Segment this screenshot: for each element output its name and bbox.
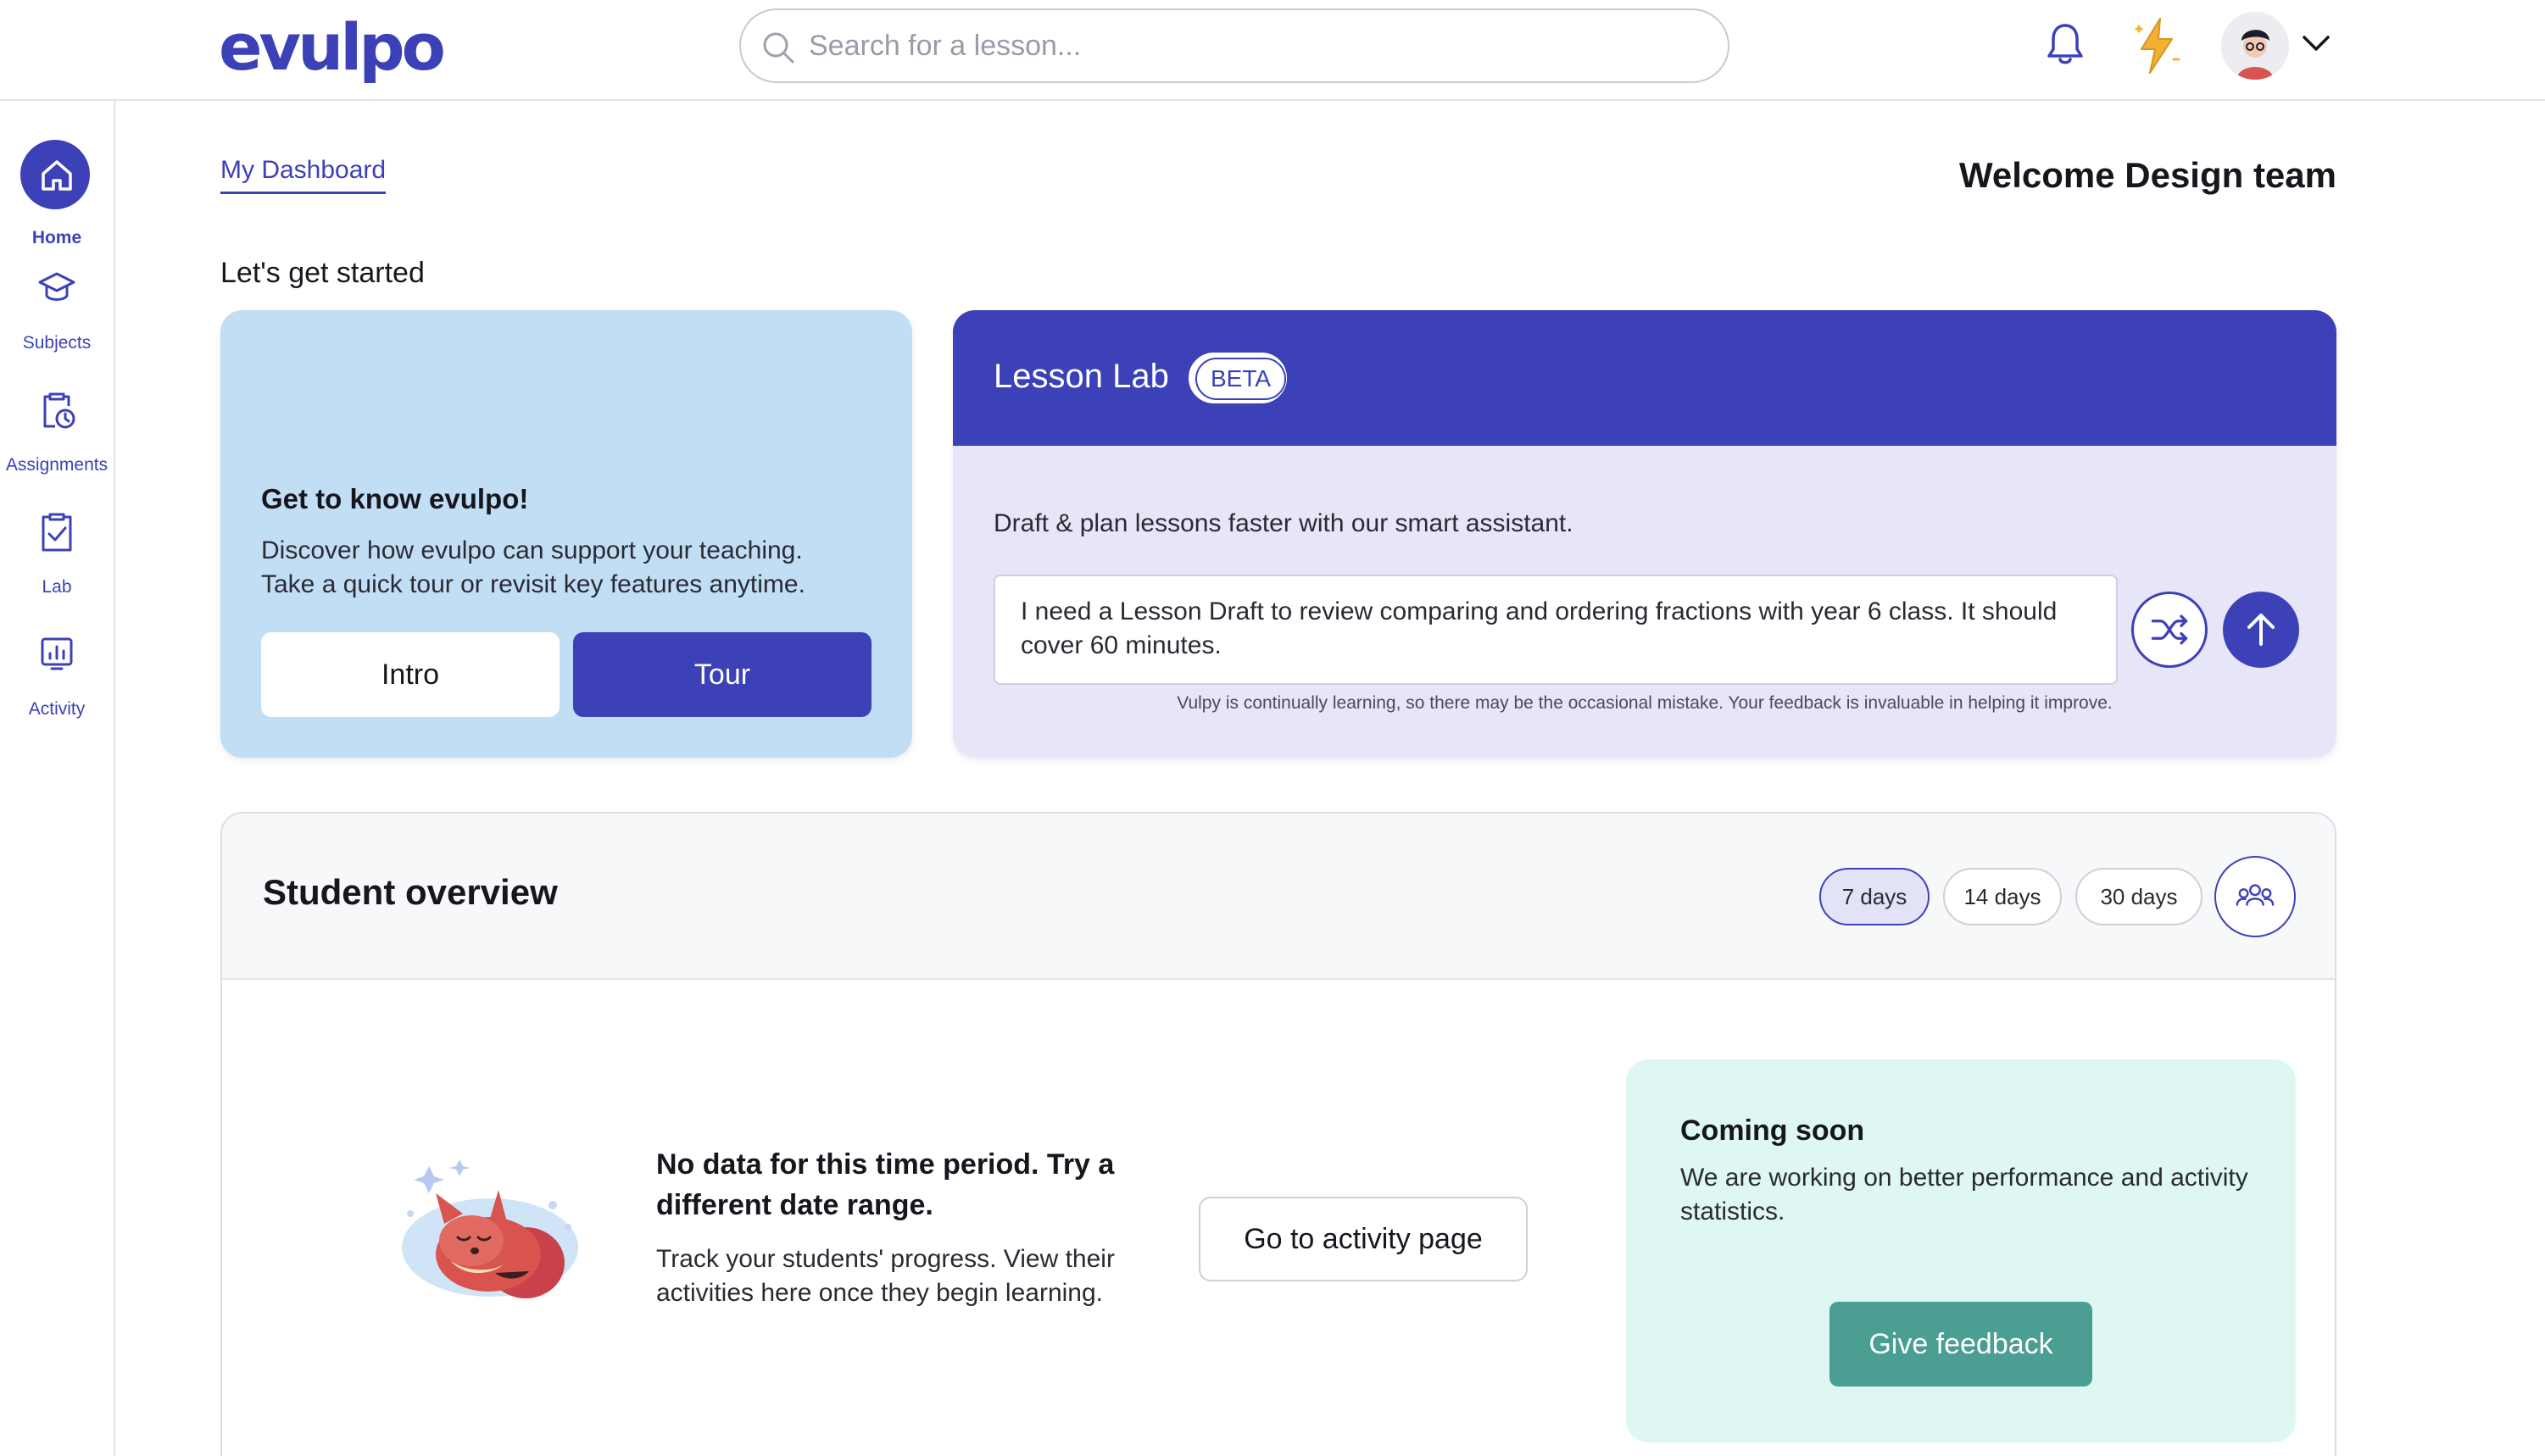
sidebar-item-assignments[interactable]: Assignments	[0, 384, 114, 486]
users-icon	[2236, 884, 2275, 906]
give-feedback-button[interactable]: Give feedback	[1829, 1302, 2092, 1387]
shuffle-icon	[2151, 614, 2188, 645]
home-icon	[42, 160, 72, 191]
sidebar: Home Subjects Assignments Lab Activity	[0, 101, 115, 1456]
go-to-activity-button[interactable]: Go to activity page	[1199, 1197, 1528, 1281]
beta-badge: BETA	[1195, 358, 1287, 400]
top-bar: evulpo	[0, 0, 2545, 101]
lesson-prompt-input[interactable]	[994, 575, 2118, 685]
clipboard-check-icon	[42, 513, 72, 552]
breadcrumb[interactable]: My Dashboard	[220, 154, 387, 194]
tour-button[interactable]: Tour	[573, 632, 872, 717]
sidebar-item-label: Lab	[42, 577, 72, 597]
sidebar-item-label: Activity	[28, 699, 86, 719]
range-30-days[interactable]: 30 days	[2075, 868, 2203, 925]
arrow-up-icon	[2247, 614, 2275, 646]
sidebar-item-label: Assignments	[5, 455, 109, 475]
get-to-know-card: Get to know evulpo! Discover how evulpo …	[220, 310, 912, 758]
student-overview-panel: Student overview 7 days 14 days 30 days	[220, 812, 2336, 1456]
sidebar-item-label: Subjects	[22, 333, 92, 353]
shuffle-prompt-button[interactable]	[2131, 592, 2208, 668]
evulpo-logo[interactable]: evulpo	[219, 12, 446, 83]
sidebar-item-label: Home	[31, 228, 82, 247]
get-to-know-title: Get to know evulpo!	[261, 483, 529, 514]
avatar-illustration	[2221, 12, 2289, 80]
coming-soon-card: Coming soon We are working on better per…	[1626, 1059, 2296, 1442]
sidebar-item-home[interactable]: Home	[0, 135, 114, 247]
bell-icon[interactable]	[2045, 20, 2086, 68]
sidebar-item-activity[interactable]: Activity	[0, 628, 114, 730]
description-line: Take a quick tour or revisit key feature…	[261, 570, 805, 598]
lightning-icon[interactable]	[2130, 15, 2184, 76]
range-7-days[interactable]: 7 days	[1819, 868, 1930, 925]
graduation-cap-icon	[38, 272, 75, 301]
chart-icon	[41, 637, 73, 670]
coming-soon-title: Coming soon	[1680, 1114, 1865, 1147]
student-overview-header: Student overview 7 days 14 days 30 days	[222, 814, 2335, 980]
intro-button[interactable]: Intro	[261, 632, 560, 717]
coming-soon-description: We are working on better performance and…	[1680, 1164, 2248, 1225]
empty-state-title: No data for this time period. Try a diff…	[656, 1148, 1115, 1221]
clipboard-clock-icon	[43, 392, 75, 429]
description-line: Discover how evulpo can support your tea…	[261, 536, 803, 564]
sidebar-item-lab[interactable]: Lab	[0, 506, 114, 608]
lesson-lab-description: Draft & plan lessons faster with our sma…	[994, 509, 1573, 537]
search-icon	[763, 32, 794, 64]
lesson-lab-header: Lesson Lab BETA	[953, 310, 2336, 446]
range-14-days[interactable]: 14 days	[1943, 868, 2062, 925]
welcome-heading: Welcome Design team	[1958, 155, 2336, 195]
lesson-lab-disclaimer: Vulpy is continually learning, so there …	[1177, 693, 2113, 713]
empty-state-description: Track your students' progress. View thei…	[656, 1245, 1115, 1307]
search-input[interactable]	[809, 19, 1707, 73]
send-prompt-button[interactable]	[2223, 592, 2299, 668]
avatar[interactable]	[2221, 12, 2289, 80]
lesson-lab-card: Lesson Lab BETA Draft & plan lessons fas…	[953, 310, 2336, 758]
get-to-know-description: Discover how evulpo can support your tea…	[261, 534, 888, 602]
chevron-down-icon[interactable]	[2301, 32, 2331, 56]
lesson-lab-title: Lesson Lab	[994, 358, 1169, 395]
section-title: Let's get started	[220, 257, 425, 289]
search-bar[interactable]	[739, 8, 1729, 83]
sleeping-fox-illustration	[402, 1159, 578, 1298]
student-overview-title: Student overview	[263, 872, 558, 912]
student-groups-button[interactable]	[2214, 856, 2296, 937]
sidebar-item-subjects[interactable]: Subjects	[0, 262, 114, 364]
